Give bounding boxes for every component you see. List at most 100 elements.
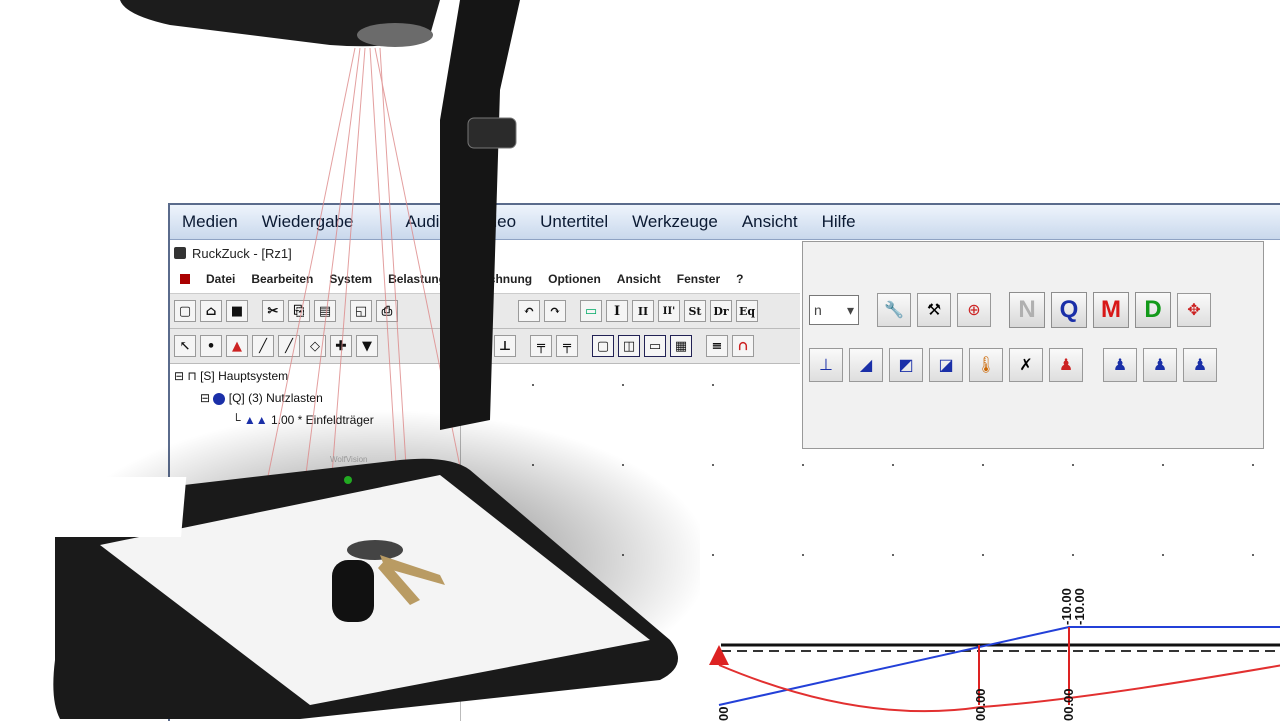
save-icon[interactable]: ■: [226, 300, 248, 322]
rz-title-bar: RuckZuck - [Rz1]: [170, 241, 810, 265]
move-icon[interactable]: ✥: [1177, 293, 1211, 327]
new-file-icon[interactable]: ▢: [174, 300, 196, 322]
support-icon: [709, 645, 729, 665]
screen-icon[interactable]: ▭: [580, 300, 602, 322]
menu-untertitel[interactable]: Untertitel: [540, 212, 608, 232]
user-load-1-icon[interactable]: ♟: [1103, 348, 1137, 382]
player-menubar: Medien Wiedergabe Audio Video Untertitel…: [170, 205, 1280, 240]
truss-box-icon[interactable]: ╤: [556, 335, 578, 357]
slope-load-icon[interactable]: ◪: [929, 348, 963, 382]
menu-medien[interactable]: Medien: [182, 212, 238, 232]
rz-menu-system[interactable]: System: [329, 272, 372, 286]
persons-icon[interactable]: ♟: [1049, 348, 1083, 382]
pointer-icon[interactable]: ↖: [174, 335, 196, 357]
preview-screen: [51, 477, 187, 537]
menu-logo-icon: [180, 274, 190, 284]
rz-menu-fenster[interactable]: Fenster: [677, 272, 720, 286]
tool-dr[interactable]: Dr: [710, 300, 732, 322]
rz-menu-belastung[interactable]: Belastung: [388, 272, 446, 286]
arrow-down-icon[interactable]: ▼: [356, 335, 378, 357]
cut-icon[interactable]: ✂: [262, 300, 284, 322]
beam-label-2: -10.00: [1072, 588, 1087, 625]
open-folder-icon[interactable]: ⌂: [200, 300, 222, 322]
undo-icon[interactable]: ↶: [518, 300, 540, 322]
bottom-label-3: 00.00: [1061, 688, 1076, 721]
tree-leaf-label: 1.00 * Einfeldträger: [270, 413, 374, 427]
tools-icon[interactable]: ⚒: [917, 293, 951, 327]
node-icon[interactable]: •: [200, 335, 222, 357]
magnet-icon[interactable]: ∩: [732, 335, 754, 357]
wrench-icon[interactable]: 🔧: [877, 293, 911, 327]
tool-ii-prime[interactable]: II': [658, 300, 680, 322]
list-icon[interactable]: ≡: [706, 335, 728, 357]
load-toolbar: ⊥ ◢ ◩ ◪ 🌡 ✗ ♟ ♟ ♟ ♟: [803, 342, 1263, 388]
tree-root[interactable]: ⊟ ⊓ [S] Hauptsystem: [174, 369, 288, 383]
tree-child-label: [Q] (3) Nutzlasten: [228, 391, 323, 405]
app-logo-icon: [174, 247, 186, 259]
view-split-h-icon[interactable]: ▭: [644, 335, 666, 357]
menu-ansicht[interactable]: Ansicht: [742, 212, 798, 232]
camera-lens-icon: [357, 23, 433, 47]
rz-menu-optionen[interactable]: Optionen: [548, 272, 601, 286]
result-d-button[interactable]: D: [1135, 292, 1171, 328]
point-load-icon[interactable]: ⊥: [809, 348, 843, 382]
result-n-button[interactable]: N: [1009, 292, 1045, 328]
rz-menu-berechnung[interactable]: Berechnung: [462, 272, 532, 286]
cross-icon[interactable]: ✚: [330, 335, 352, 357]
beam-icon[interactable]: ╱: [278, 335, 300, 357]
temperature-icon[interactable]: 🌡: [969, 348, 1003, 382]
rz-toolbar-large: n ▾ 🔧 ⚒ ⊕ N Q M D ✥ ⊥ ◢ ◩ ◪ 🌡 ✗ ♟ ♟ ♟ ♟: [802, 241, 1264, 449]
rz-menubar: Datei Bearbeiten System Belastung Berech…: [170, 267, 810, 291]
paste-icon[interactable]: ▤: [314, 300, 336, 322]
view-single-icon[interactable]: ▢: [592, 335, 614, 357]
rz-menu-bearbeiten[interactable]: Bearbeiten: [251, 272, 313, 286]
compass-icon[interactable]: ✗: [1009, 348, 1043, 382]
section-box-icon[interactable]: ⊥: [494, 335, 516, 357]
support-config-icon[interactable]: ⊕: [957, 293, 991, 327]
rz-toolbar-draw: ↖ • ▲ ╱ ╱ ◇ ✚ ▼ ⊥ ⊥ ╤ ╤ ▢ ◫ ▭ ▦ ≡ ∩: [170, 329, 800, 364]
camera-head: [120, 0, 440, 47]
rz-menu-datei[interactable]: Datei: [206, 272, 235, 286]
system-tree: ⊟ ⊓ [S] Hauptsystem ⊟ [Q] (3) Nutzlasten…: [170, 365, 470, 445]
tool-eq[interactable]: Eq: [736, 300, 758, 322]
view-grid-icon[interactable]: ▦: [670, 335, 692, 357]
rz-menu-ansicht[interactable]: Ansicht: [617, 272, 661, 286]
player-window: Medien Wiedergabe Audio Video Untertitel…: [168, 203, 1280, 721]
bottom-label-2: 00.00: [973, 688, 988, 721]
view-split-icon[interactable]: ◫: [618, 335, 640, 357]
arm-joint: [467, 117, 517, 149]
hinge-icon[interactable]: ◇: [304, 335, 326, 357]
preview-icon[interactable]: ◱: [350, 300, 372, 322]
truss-icon[interactable]: ╤: [530, 335, 552, 357]
menu-werkzeuge[interactable]: Werkzeuge: [632, 212, 718, 232]
rz-menu-help[interactable]: ?: [736, 272, 743, 286]
rz-window-title: RuckZuck - [Rz1]: [192, 245, 292, 261]
result-m-button[interactable]: M: [1093, 292, 1129, 328]
menu-hilfe[interactable]: Hilfe: [822, 212, 856, 232]
section-icon[interactable]: ⊥: [468, 335, 490, 357]
moment-curve: [718, 664, 1280, 713]
user-load-2-icon[interactable]: ♟: [1143, 348, 1177, 382]
line-load-icon[interactable]: ◢: [849, 348, 883, 382]
tool-i[interactable]: I: [606, 300, 628, 322]
menu-audio[interactable]: Audio: [405, 212, 448, 232]
tree-root-label: [S] Hauptsystem: [200, 369, 289, 383]
print-icon[interactable]: ⎙: [376, 300, 398, 322]
result-toolbar: n ▾ 🔧 ⚒ ⊕ N Q M D ✥: [803, 280, 1263, 340]
redo-icon[interactable]: ↷: [544, 300, 566, 322]
support-icon[interactable]: ▲: [226, 335, 248, 357]
line-icon[interactable]: ╱: [252, 335, 274, 357]
menu-wiedergabe[interactable]: Wiedergabe: [262, 212, 354, 232]
menu-video[interactable]: Video: [473, 212, 516, 232]
tree-child[interactable]: ⊟ [Q] (3) Nutzlasten: [200, 391, 323, 405]
tool-ii[interactable]: II: [632, 300, 654, 322]
copy-icon[interactable]: ⎘: [288, 300, 310, 322]
result-q-button[interactable]: Q: [1051, 292, 1087, 328]
rz-toolbar-file: ▢ ⌂ ■ ✂ ⎘ ▤ ◱ ⎙ ↶ ↷ ▭ I II II' St Dr Eq: [170, 293, 800, 329]
chevron-down-icon: ▾: [846, 301, 854, 318]
view-dropdown[interactable]: n ▾: [809, 295, 859, 325]
user-load-3-icon[interactable]: ♟: [1183, 348, 1217, 382]
trapez-load-icon[interactable]: ◩: [889, 348, 923, 382]
tool-st[interactable]: St: [684, 300, 706, 322]
tree-leaf[interactable]: └ ▲▲ 1.00 * Einfeldträger: [232, 413, 374, 427]
